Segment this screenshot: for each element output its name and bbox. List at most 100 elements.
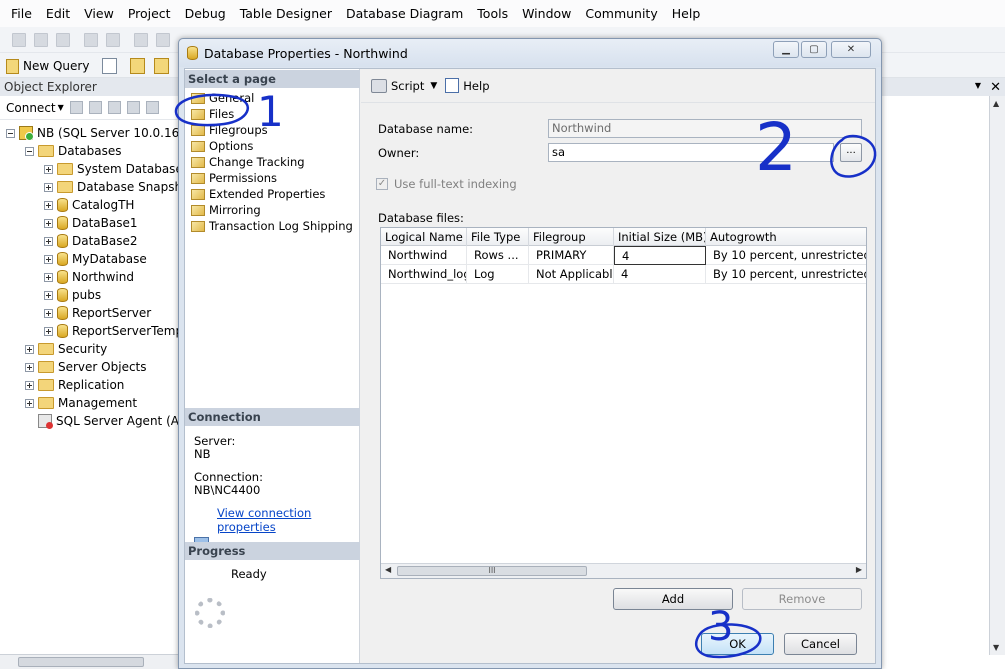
close-icon[interactable]: ✕: [990, 80, 1001, 95]
tree-node-management[interactable]: Management: [25, 394, 137, 412]
tree-node-northwind[interactable]: Northwind: [44, 268, 134, 286]
expand-icon[interactable]: [44, 308, 53, 318]
grid-cell-autogrowth[interactable]: By 10 percent, unrestricted growt: [706, 246, 866, 265]
page-item-options[interactable]: Options: [191, 138, 253, 154]
collapse-icon[interactable]: [6, 128, 15, 138]
grid-horizontal-scrollbar[interactable]: ◀ III ▶: [381, 563, 866, 578]
menu-debug[interactable]: Debug: [178, 0, 233, 27]
page-item-filegroups[interactable]: Filegroups: [191, 122, 268, 138]
toolbar-icon[interactable]: [106, 33, 120, 47]
remove-button[interactable]: Remove: [742, 588, 862, 610]
fulltext-indexing-checkbox[interactable]: ✓: [376, 178, 388, 190]
expand-icon[interactable]: [44, 236, 53, 246]
grid-cell-logical-name[interactable]: Northwind: [381, 246, 467, 265]
grid-cell-logical-name[interactable]: Northwind_log: [381, 265, 467, 284]
dialog-title-bar[interactable]: Database Properties - Northwind ▁ ▢ ✕: [179, 39, 881, 67]
tree-node-databases[interactable]: Databases: [25, 142, 122, 160]
menu-community[interactable]: Community: [578, 0, 664, 27]
expand-icon[interactable]: [44, 200, 53, 210]
collapse-icon[interactable]: [25, 146, 34, 156]
tree-node-reportserver[interactable]: ReportServer: [44, 304, 151, 322]
grid-cell-initial-size-mb[interactable]: 4: [614, 246, 706, 265]
toolbar-icon[interactable]: [34, 33, 48, 47]
script-button[interactable]: Script ▼: [371, 78, 437, 93]
table-row[interactable]: Northwind_log Log Not Applicable 4 By 10 per…: [381, 265, 866, 284]
tree-node-database-snapsho[interactable]: Database Snapsho: [44, 178, 189, 196]
tree-node-security[interactable]: Security: [25, 340, 107, 358]
expand-icon[interactable]: [44, 326, 53, 336]
expand-icon[interactable]: [44, 182, 53, 192]
page-item-permissions[interactable]: Permissions: [191, 170, 277, 186]
view-connection-properties-link[interactable]: View connection properties: [217, 506, 359, 534]
toolbar-icon[interactable]: [84, 33, 98, 47]
tree-node-system-databases[interactable]: System Databases: [44, 160, 189, 178]
grid-cell-file-type[interactable]: Log: [467, 265, 529, 284]
tree-node-reportservertemp[interactable]: ReportServerTemp: [44, 322, 183, 340]
menu-tools[interactable]: Tools: [470, 0, 515, 27]
menu-help[interactable]: Help: [665, 0, 708, 27]
menu-table-designer[interactable]: Table Designer: [233, 0, 339, 27]
expand-icon[interactable]: [25, 344, 34, 354]
menu-project[interactable]: Project: [121, 0, 178, 27]
new-query-button[interactable]: New Query: [6, 56, 89, 76]
cancel-button[interactable]: Cancel: [784, 633, 857, 655]
page-item-change-tracking[interactable]: Change Tracking: [191, 154, 305, 170]
connect-db-icon[interactable]: [69, 101, 83, 114]
tree-node-server-objects[interactable]: Server Objects: [25, 358, 147, 376]
scroll-down-icon[interactable]: ▼: [993, 643, 999, 652]
dropdown-arrow-icon[interactable]: ▼: [430, 81, 437, 91]
toolbar-icon[interactable]: [134, 33, 148, 47]
dropdown-arrow-icon[interactable]: ▼: [975, 81, 981, 90]
toolbar-icon[interactable]: [156, 33, 170, 47]
tree-node-mydatabase[interactable]: MyDatabase: [44, 250, 147, 268]
scrollbar-thumb[interactable]: III: [397, 566, 587, 576]
disconnect-icon[interactable]: [88, 101, 102, 114]
expand-icon[interactable]: [44, 164, 53, 174]
grid-cell-initial-size-mb[interactable]: 4: [614, 265, 706, 284]
page-item-transaction-log-shipping[interactable]: Transaction Log Shipping: [191, 218, 353, 234]
owner-field[interactable]: sa: [548, 143, 834, 162]
toolbar-icon[interactable]: [12, 33, 26, 47]
expand-icon[interactable]: [25, 362, 34, 372]
grid-cell-filegroup[interactable]: PRIMARY: [529, 246, 614, 265]
grid-cell-autogrowth[interactable]: By 10 percent, unrestricted growt: [706, 265, 866, 284]
add-button[interactable]: Add: [613, 588, 733, 610]
maximize-button[interactable]: ▢: [801, 41, 827, 58]
horizontal-scrollbar[interactable]: [0, 654, 181, 669]
tree-node-database1[interactable]: DataBase1: [44, 214, 138, 232]
expand-icon[interactable]: [44, 218, 53, 228]
tree-node-replication[interactable]: Replication: [25, 376, 124, 394]
tree-node-nb-sql-server-10-0-1600[interactable]: NB (SQL Server 10.0.1600: [6, 124, 195, 142]
database-name-field[interactable]: Northwind: [548, 119, 862, 138]
refresh-icon[interactable]: [145, 101, 159, 114]
scrollbar-thumb[interactable]: [18, 657, 144, 667]
menu-database-diagram[interactable]: Database Diagram: [339, 0, 470, 27]
tree-node-sql-server-agent-age[interactable]: SQL Server Agent (Age: [25, 412, 194, 430]
menu-view[interactable]: View: [77, 0, 121, 27]
close-button[interactable]: ✕: [831, 41, 871, 58]
column-header-initial-size-mb[interactable]: Initial Size (MB): [614, 228, 706, 246]
new-file-icon[interactable]: [102, 58, 117, 74]
expand-icon[interactable]: [44, 272, 53, 282]
owner-browse-button[interactable]: ...: [840, 143, 862, 162]
minimize-button[interactable]: ▁: [773, 41, 799, 58]
scroll-up-icon[interactable]: ▲: [993, 99, 999, 108]
page-item-files[interactable]: Files: [191, 106, 234, 122]
expand-icon[interactable]: [25, 380, 34, 390]
tree-node-catalogth[interactable]: CatalogTH: [44, 196, 134, 214]
column-header-filegroup[interactable]: Filegroup: [529, 228, 614, 246]
menu-window[interactable]: Window: [515, 0, 578, 27]
page-item-extended-properties[interactable]: Extended Properties: [191, 186, 325, 202]
column-header-file-type[interactable]: File Type: [467, 228, 529, 246]
column-header-logical-name[interactable]: Logical Name: [381, 228, 467, 246]
connect-button[interactable]: Connect ▼: [6, 101, 64, 115]
database-query-icon[interactable]: [130, 58, 145, 74]
expand-icon[interactable]: [25, 398, 34, 408]
scroll-right-icon[interactable]: ▶: [856, 565, 862, 574]
scroll-left-icon[interactable]: ◀: [385, 565, 391, 574]
vertical-scrollbar[interactable]: ▲ ▼: [989, 96, 1005, 655]
expand-icon[interactable]: [44, 254, 53, 264]
toolbar-icon[interactable]: [56, 33, 70, 47]
grid-cell-file-type[interactable]: Rows ...: [467, 246, 529, 265]
help-button[interactable]: Help: [445, 78, 490, 93]
